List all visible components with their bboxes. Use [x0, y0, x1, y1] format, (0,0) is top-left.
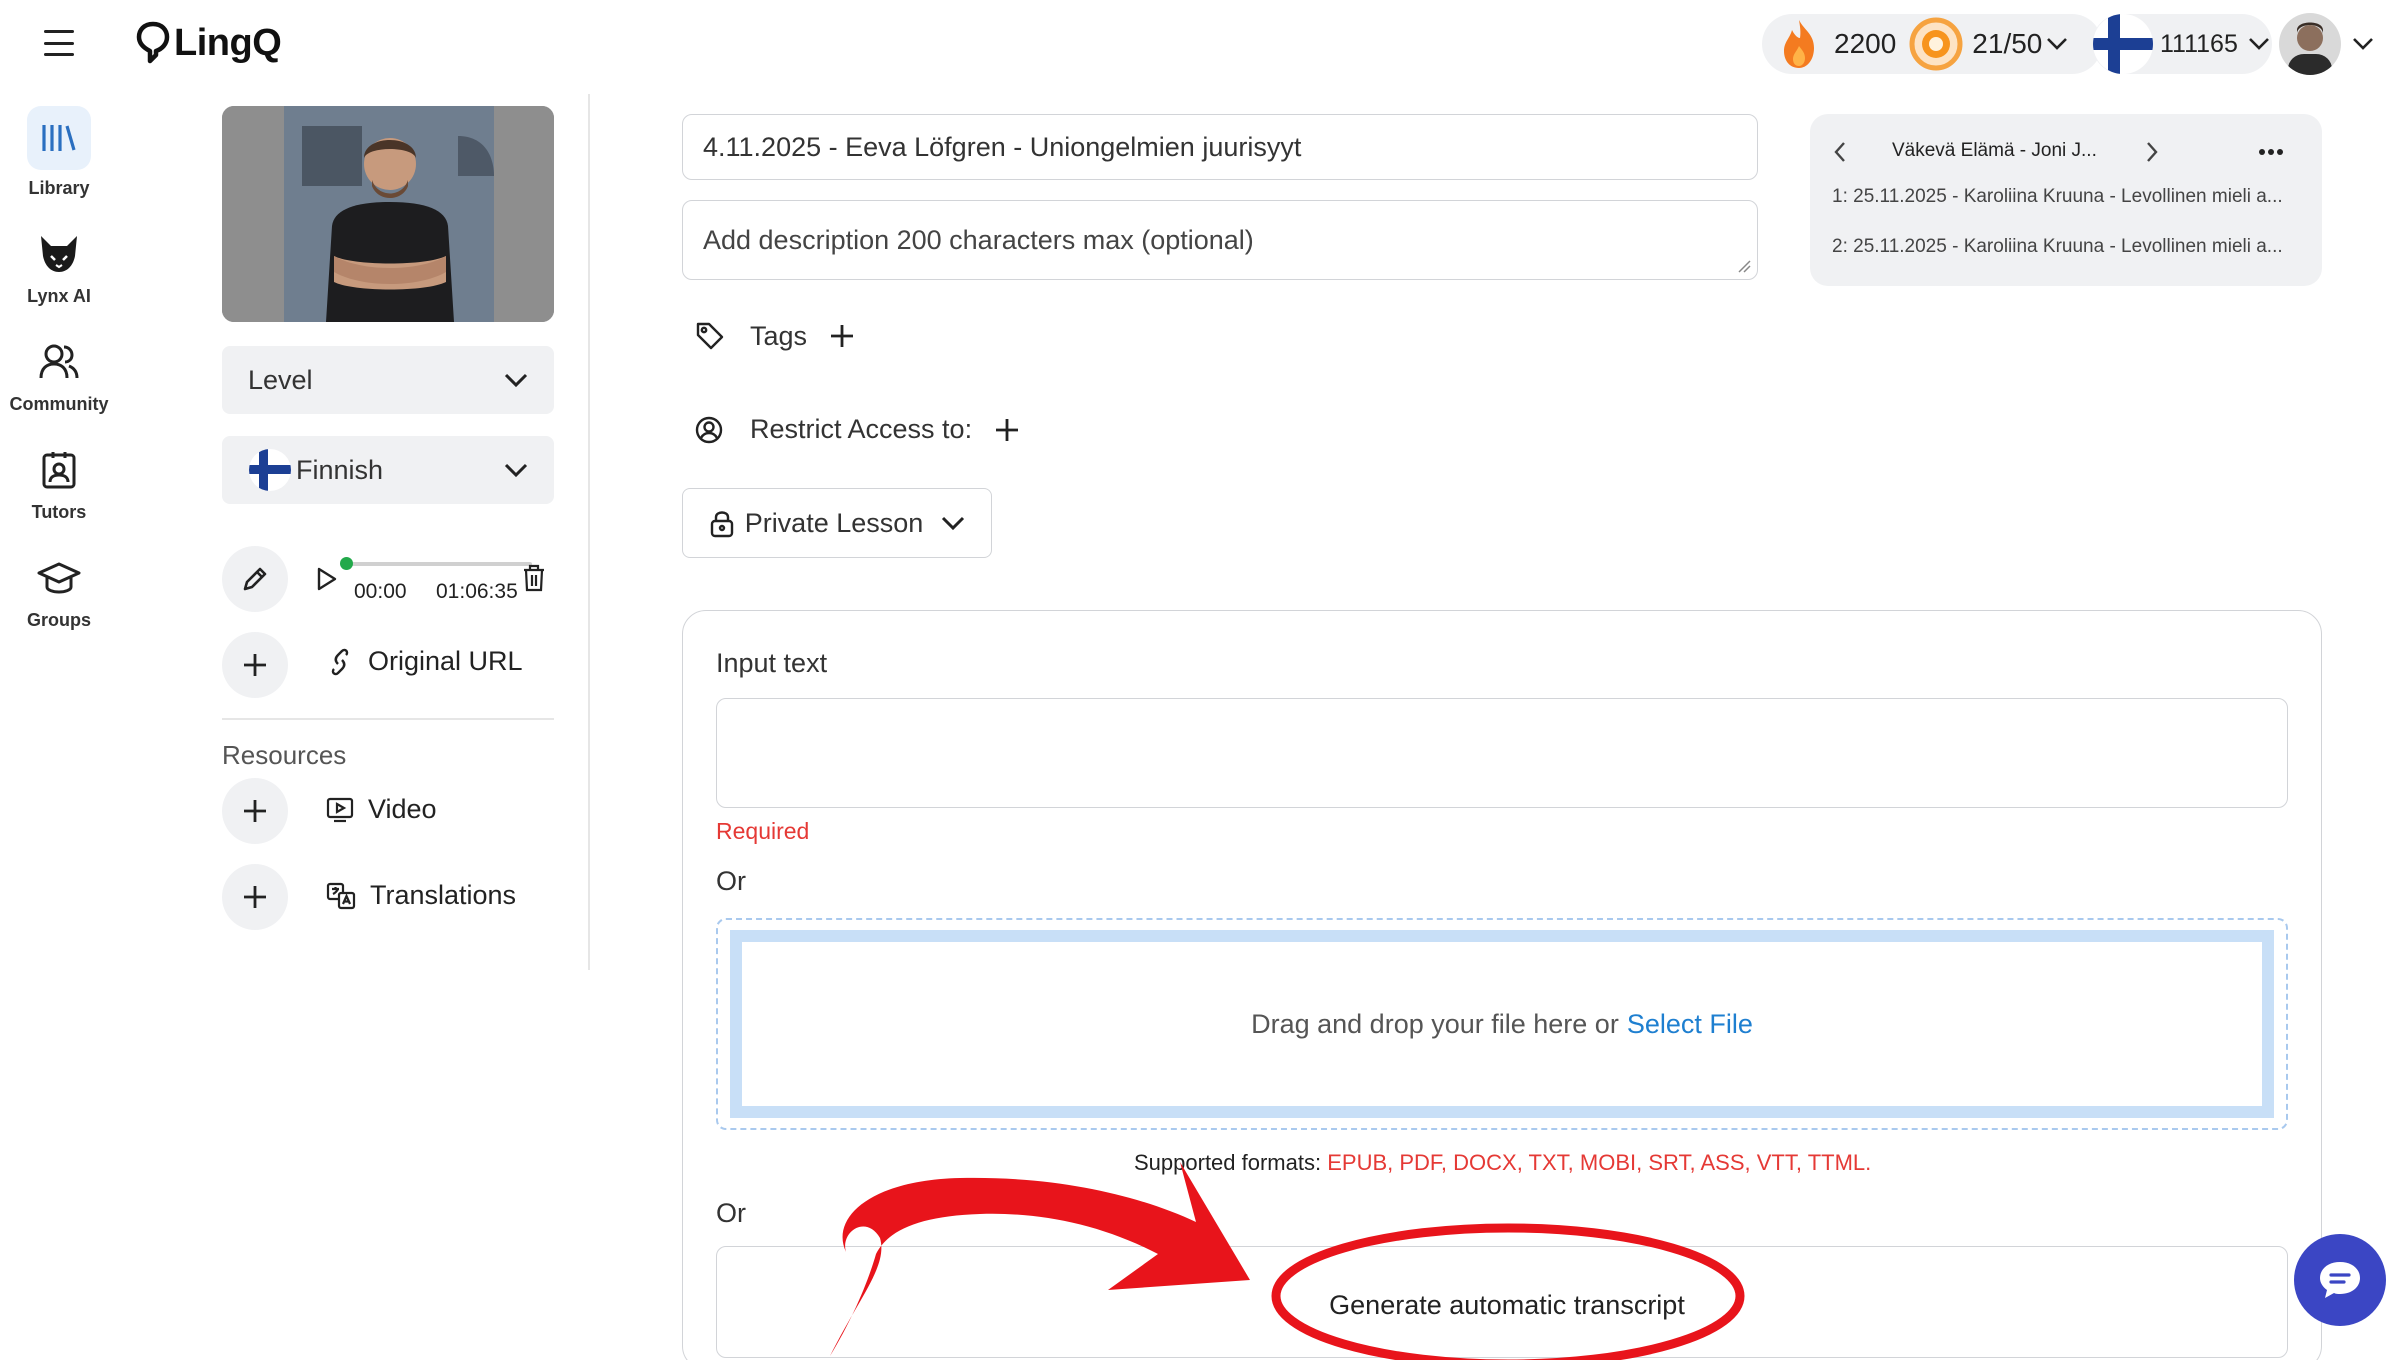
- chevron-left-icon[interactable]: [1832, 140, 1848, 164]
- annotation-arrow: [830, 1162, 1250, 1356]
- annotation-ellipse: [1271, 1223, 1745, 1360]
- chat-icon: [2320, 1262, 2360, 1298]
- collection-panel: Väkevä Elämä - Joni J... 1: 25.11.2025 -…: [1810, 114, 2322, 286]
- chat-button[interactable]: [2294, 1234, 2386, 1326]
- more-icon[interactable]: [2258, 148, 2284, 156]
- collection-item[interactable]: 1: 25.11.2025 - Karoliina Kruuna - Levol…: [1832, 186, 2283, 208]
- chevron-right-icon[interactable]: [2144, 140, 2160, 164]
- collection-item[interactable]: 2: 25.11.2025 - Karoliina Kruuna - Levol…: [1832, 236, 2283, 258]
- collection-title[interactable]: Väkevä Elämä - Joni J...: [1892, 140, 2097, 162]
